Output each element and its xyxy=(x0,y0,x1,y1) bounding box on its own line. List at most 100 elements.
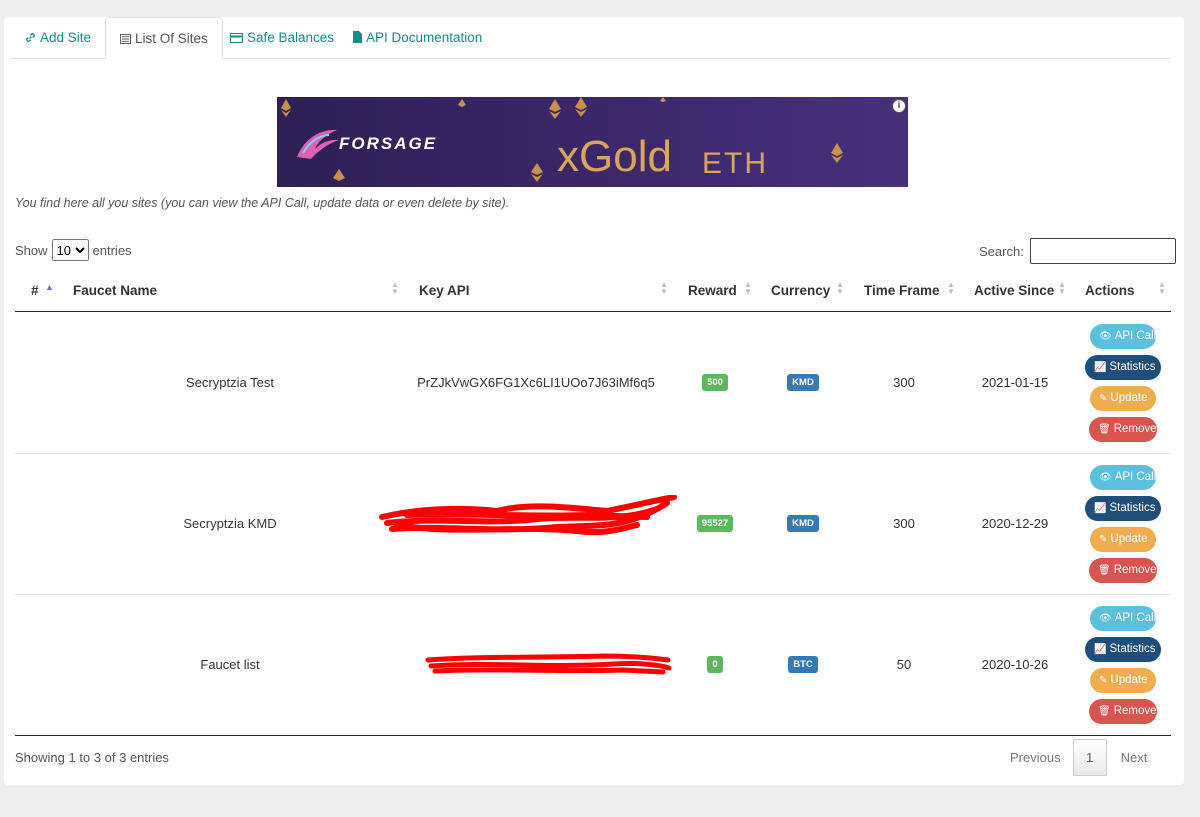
sort-icon: ▲ ▼ xyxy=(744,280,752,296)
tab-bar: Add Site List Of Sites Safe Balances API… xyxy=(11,17,1171,59)
search-control: Search: xyxy=(979,238,1176,264)
trash-icon: 🗑 xyxy=(1098,564,1111,576)
eye-icon: 👁 xyxy=(1099,330,1112,342)
col-currency-header[interactable]: Currency xyxy=(771,275,830,311)
remove-button[interactable]: 🗑 Remove xyxy=(1089,698,1157,724)
sort-icon: ▲ ▼ xyxy=(836,280,844,296)
col-reward-header[interactable]: Reward xyxy=(688,275,737,311)
tab-safe-balances[interactable]: Safe Balances xyxy=(216,17,348,58)
ad-info-icon[interactable]: i xyxy=(892,99,906,113)
eye-icon: 👁 xyxy=(1099,612,1112,624)
remove-button[interactable]: 🗑 Remove xyxy=(1089,416,1157,442)
credit-card-icon xyxy=(230,18,243,59)
button-label: Update xyxy=(1110,391,1148,404)
tab-label: API Documentation xyxy=(366,30,483,45)
update-button[interactable]: ✎ Update xyxy=(1090,667,1156,693)
active-since: 2020-10-26 xyxy=(981,657,1049,672)
search-label: Search: xyxy=(979,243,1024,259)
redaction-scribble xyxy=(379,495,677,536)
sort-asc-icon: ▲ xyxy=(45,282,54,292)
active-since: 2020-12-29 xyxy=(981,516,1049,531)
update-button[interactable]: ✎ Update xyxy=(1090,526,1156,552)
statistics-button[interactable]: 📈 Statistics xyxy=(1085,354,1161,380)
currency-badge: KMD xyxy=(787,374,819,391)
tab-api-documentation[interactable]: API Documentation xyxy=(339,17,496,58)
currency-cell: KMD xyxy=(763,312,843,453)
api-call-button[interactable]: 👁 API Call xyxy=(1090,464,1156,490)
pencil-icon: ✎ xyxy=(1099,533,1108,545)
col-key-header[interactable]: Key API xyxy=(419,275,470,311)
tab-list-of-sites[interactable]: List Of Sites xyxy=(105,17,223,59)
tab-label: List Of Sites xyxy=(135,31,208,46)
update-button[interactable]: ✎ Update xyxy=(1090,385,1156,411)
tab-label: Add Site xyxy=(40,30,92,45)
col-key-label: Key API xyxy=(419,283,470,298)
col-active-label: Active Since xyxy=(974,283,1055,298)
remove-button[interactable]: 🗑 Remove xyxy=(1089,557,1157,583)
button-label: Statistics xyxy=(1109,642,1156,655)
reward-cell: 500 xyxy=(675,312,755,453)
row-actions: 👁 API Call 📈 Statistics ✎ Update 🗑 Remove xyxy=(1083,594,1163,735)
search-input[interactable] xyxy=(1029,238,1176,264)
sort-icon: ▲ ▼ xyxy=(660,280,668,296)
intro-text: You find here all you sites (you can vie… xyxy=(15,196,510,210)
button-label: Remove xyxy=(1113,704,1157,717)
faucet-name: Faucet list xyxy=(200,657,260,672)
api-call-button[interactable]: 👁 API Call xyxy=(1090,605,1156,631)
ad-suffix: ETH xyxy=(702,147,768,180)
page-1-button[interactable]: 1 xyxy=(1072,739,1107,776)
key-api: PrZJkVwGX6FG1Xc6LI1UOo7J63iMf6q5 xyxy=(417,375,655,390)
entries-select[interactable]: 10 xyxy=(51,239,89,261)
col-timeframe-header[interactable]: Time Frame xyxy=(864,275,940,311)
col-actions-header[interactable]: Actions xyxy=(1085,275,1135,311)
col-timeframe-label: Time Frame xyxy=(864,283,940,298)
next-button[interactable]: Next xyxy=(1121,750,1148,765)
length-control: Show 10 entries xyxy=(15,239,132,261)
table-row: Secryptzia KMD 95527 KMD 300 2020-12-29 … xyxy=(15,453,1171,595)
chart-icon: 📈 xyxy=(1094,361,1107,373)
sort-icon: ▲ ▼ xyxy=(1058,280,1066,296)
currency-cell: BTC xyxy=(763,594,843,735)
timeframe: 300 xyxy=(893,516,915,531)
col-currency-label: Currency xyxy=(771,283,831,298)
faucet-name: Secryptzia KMD xyxy=(183,516,277,531)
button-label: API Call xyxy=(1114,329,1157,342)
reward-badge: 500 xyxy=(702,374,728,391)
previous-button[interactable]: Previous xyxy=(1010,750,1061,765)
trash-icon: 🗑 xyxy=(1098,423,1111,435)
row-actions: 👁 API Call 📈 Statistics ✎ Update 🗑 Remove xyxy=(1083,312,1163,453)
reward-badge: 95527 xyxy=(696,515,734,532)
col-name-header[interactable]: Faucet Name xyxy=(73,275,157,311)
statistics-button[interactable]: 📈 Statistics xyxy=(1085,636,1161,662)
trash-icon: 🗑 xyxy=(1098,705,1111,717)
tab-add-site[interactable]: Add Site xyxy=(11,17,105,58)
col-num-label: # xyxy=(31,283,39,298)
tab-label: Safe Balances xyxy=(247,30,335,45)
chart-icon: 📈 xyxy=(1094,643,1107,655)
table-row: Faucet list 0 BTC 50 2020-10-26 👁 API Cal… xyxy=(15,594,1171,736)
pagination: Previous 1 Next xyxy=(1010,739,1148,776)
list-icon xyxy=(120,19,131,60)
timeframe: 300 xyxy=(893,375,915,390)
reward-cell: 0 xyxy=(675,594,755,735)
col-num-header[interactable]: # ▲ xyxy=(31,275,54,311)
statistics-button[interactable]: 📈 Statistics xyxy=(1085,495,1161,521)
pencil-icon: ✎ xyxy=(1099,674,1108,686)
button-label: Remove xyxy=(1113,422,1157,435)
api-call-button[interactable]: 👁 API Call xyxy=(1090,323,1157,349)
currency-cell: KMD xyxy=(763,453,843,594)
file-icon xyxy=(353,18,362,59)
col-name-label: Faucet Name xyxy=(73,283,158,298)
reward-badge: 0 xyxy=(707,656,723,673)
row-actions: 👁 API Call 📈 Statistics ✎ Update 🗑 Remove xyxy=(1083,453,1163,594)
reward-cell: 95527 xyxy=(675,453,755,594)
sort-icon: ▲ ▼ xyxy=(1158,280,1166,296)
table-row: Secryptzia Test PrZJkVwGX6FG1Xc6LI1UOo7J… xyxy=(15,312,1171,454)
col-active-header[interactable]: Active Since xyxy=(974,275,1054,311)
button-label: Update xyxy=(1110,673,1148,686)
active-since: 2021-01-15 xyxy=(981,375,1049,390)
currency-badge: BTC xyxy=(788,656,818,673)
show-label: Show xyxy=(15,242,48,258)
ad-banner[interactable]: FORSAGE xGold ETH xyxy=(277,97,908,187)
chart-icon: 📈 xyxy=(1094,502,1107,514)
